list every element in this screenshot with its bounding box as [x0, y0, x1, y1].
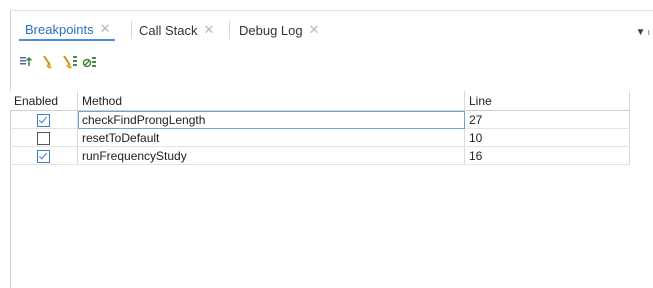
enabled-cell — [10, 110, 78, 129]
column-header-line[interactable]: Line — [464, 91, 630, 111]
clear-icon[interactable] — [39, 53, 57, 71]
close-icon[interactable]: ✕ — [100, 21, 111, 37]
table-header-row: Enabled Method Line — [10, 91, 630, 111]
tab-debug-log[interactable]: Debug Log ✕ — [233, 19, 324, 41]
line-cell[interactable]: 27 — [464, 110, 630, 129]
close-icon[interactable]: ✕ — [204, 22, 215, 38]
enabled-checkbox[interactable] — [37, 149, 50, 163]
line-cell[interactable]: 16 — [464, 146, 630, 165]
breakpoints-panel: Breakpoints ✕ Call Stack ✕ Debug Log ✕ ▼… — [10, 10, 653, 288]
toolbar — [11, 51, 211, 73]
column-header-method[interactable]: Method — [77, 91, 465, 111]
tab-breakpoints[interactable]: Breakpoints ✕ — [19, 19, 115, 41]
dropdown-arrow-icon[interactable]: ▼ ı — [636, 27, 650, 38]
method-cell[interactable]: runFrequencyStudy — [77, 146, 465, 165]
column-header-enabled[interactable]: Enabled — [10, 91, 78, 111]
step-into-icon[interactable] — [17, 53, 35, 71]
tab-label: Debug Log — [239, 22, 303, 38]
breakpoints-table: Enabled Method Line checkFindProngLength… — [10, 91, 653, 288]
enabled-checkbox[interactable] — [37, 113, 50, 127]
method-cell[interactable]: checkFindProngLength — [77, 110, 465, 129]
tab-label: Breakpoints — [25, 21, 94, 37]
tab-bar: Breakpoints ✕ Call Stack ✕ Debug Log ✕ ▼… — [11, 11, 653, 43]
table-row[interactable]: resetToDefault 10 — [10, 128, 630, 147]
enabled-checkbox[interactable] — [37, 131, 50, 145]
disable-icon[interactable] — [81, 53, 99, 71]
tab-label: Call Stack — [139, 22, 198, 38]
table-row[interactable]: runFrequencyStudy 16 — [10, 146, 630, 165]
table-row[interactable]: checkFindProngLength 27 — [10, 110, 630, 129]
enabled-cell — [10, 128, 78, 147]
line-cell[interactable]: 10 — [464, 128, 630, 147]
method-cell[interactable]: resetToDefault — [77, 128, 465, 147]
enabled-cell — [10, 146, 78, 165]
clear-all-icon[interactable] — [61, 53, 79, 71]
tab-call-stack[interactable]: Call Stack ✕ — [133, 19, 218, 41]
close-icon[interactable]: ✕ — [309, 22, 320, 38]
